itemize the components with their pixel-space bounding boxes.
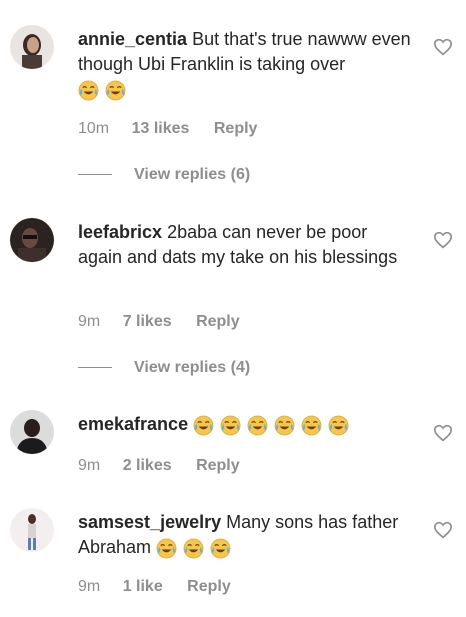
- avatar[interactable]: [10, 25, 54, 69]
- comment-time: 9m: [78, 457, 101, 474]
- face-with-tears-of-joy-icon: [105, 80, 126, 101]
- emoji-row: [156, 538, 232, 563]
- like-heart-icon[interactable]: [433, 424, 453, 442]
- face-with-tears-of-joy-icon: [183, 538, 204, 559]
- view-replies-button[interactable]: View replies (4): [78, 359, 250, 377]
- comment-text: annie_centia But that's true nawww even …: [78, 27, 413, 105]
- emoji-row: [78, 80, 127, 105]
- comment-meta: 9m 1 like Reply: [78, 578, 231, 596]
- divider-line: [78, 174, 112, 176]
- like-heart-icon[interactable]: [433, 38, 453, 56]
- comment-username[interactable]: annie_centia: [78, 29, 187, 49]
- face-with-tears-of-joy-icon: [247, 415, 268, 436]
- comment-time: 10m: [78, 120, 110, 137]
- face-with-tears-of-joy-icon: [193, 415, 214, 436]
- comment-username[interactable]: leefabricx: [78, 222, 162, 242]
- view-replies-label: View replies (4): [134, 359, 251, 376]
- avatar[interactable]: [10, 410, 54, 454]
- comment-likes[interactable]: 7 likes: [123, 313, 172, 331]
- like-heart-icon[interactable]: [433, 231, 453, 249]
- face-with-tears-of-joy-icon: [220, 415, 241, 436]
- comment-meta: 9m 7 likes Reply: [78, 313, 240, 331]
- comment-likes[interactable]: 1 like: [123, 578, 163, 596]
- comment-text: leefabricx 2baba can never be poor again…: [78, 220, 413, 270]
- face-with-tears-of-joy-icon: [274, 415, 295, 436]
- avatar[interactable]: [10, 508, 54, 552]
- view-replies-label: View replies (6): [134, 166, 251, 183]
- avatar[interactable]: [10, 218, 54, 262]
- comment-username[interactable]: emekafrance: [78, 414, 188, 434]
- comment-time: 9m: [78, 313, 101, 330]
- comment-meta: 10m 13 likes Reply: [78, 120, 257, 138]
- reply-button[interactable]: Reply: [196, 313, 240, 331]
- comment-text: samsest_jewelry Many sons has father Abr…: [78, 510, 413, 563]
- comment-meta: 9m 2 likes Reply: [78, 457, 240, 475]
- view-replies-button[interactable]: View replies (6): [78, 166, 250, 184]
- face-with-tears-of-joy-icon: [328, 415, 349, 436]
- reply-button[interactable]: Reply: [214, 120, 258, 138]
- face-with-tears-of-joy-icon: [301, 415, 322, 436]
- comment-time: 9m: [78, 578, 101, 595]
- reply-button[interactable]: Reply: [196, 457, 240, 475]
- face-with-tears-of-joy-icon: [210, 538, 231, 559]
- reply-button[interactable]: Reply: [187, 578, 231, 596]
- emoji-row: [193, 415, 350, 440]
- divider-line: [78, 367, 112, 369]
- face-with-tears-of-joy-icon: [156, 538, 177, 559]
- comment-likes[interactable]: 2 likes: [123, 457, 172, 475]
- comment-text: emekafrance: [78, 412, 413, 440]
- comment-username[interactable]: samsest_jewelry: [78, 512, 221, 532]
- comment-likes[interactable]: 13 likes: [132, 120, 190, 138]
- like-heart-icon[interactable]: [433, 521, 453, 539]
- face-with-tears-of-joy-icon: [78, 80, 99, 101]
